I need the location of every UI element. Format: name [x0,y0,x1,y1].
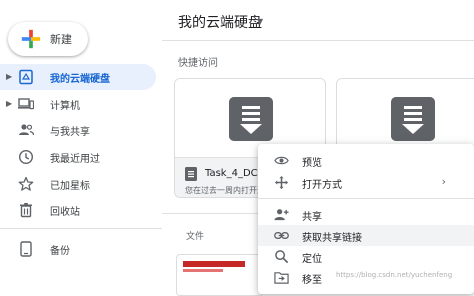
sidebar-item-label: 备份 [50,246,70,257]
files-heading: 文件 [186,232,205,242]
header-divider [162,40,474,41]
shared-icon [19,124,34,136]
sidebar-item-label: 我的云端硬盘 [50,74,110,85]
menu-item-label: 获取共享链接 [302,233,362,244]
backup-icon [20,241,32,257]
drive-icon [19,69,33,85]
menu-item-locate[interactable]: 定位 [258,246,474,267]
quick-access-heading: 快捷访问 [178,58,218,69]
thumbnail-header-band [183,261,245,267]
move-to-icon [274,272,289,284]
sidebar-item-label: 计算机 [50,101,80,112]
thumbnail-subheader-band [183,269,223,272]
menu-divider [258,198,474,199]
menu-item-preview[interactable]: 预览 [258,150,474,171]
menu-item-label: 打开方式 [302,180,342,191]
sidebar-item-shared[interactable]: 与我共享 [0,117,156,143]
plus-icon [21,29,41,49]
move-arrows-icon [274,175,289,190]
sidebar-item-backup[interactable]: 备份 [0,236,156,262]
card-subtitle: 您在过去一周内打开过 [185,186,265,195]
menu-item-open-with[interactable]: 打开方式 › [258,172,474,193]
page-title[interactable]: 我的云端硬盘 [178,12,262,32]
sidebar-item-label: 我最近用过 [50,154,100,165]
eye-icon [274,156,289,165]
chevron-right-icon: › [441,175,446,188]
menu-item-label: 定位 [302,254,322,265]
file-icon [185,167,197,181]
link-icon [274,232,289,239]
watermark: https://blog.csdn.net/yuchenfeng [336,271,453,279]
sidebar: 新建 ▶ 我的云端硬盘 ▶ 计算机 与我共享 我最近用过 已加星标 回收站 备份 [0,0,162,286]
menu-item-get-link[interactable]: 获取共享链接 [258,225,474,246]
menu-item-label: 预览 [302,158,322,169]
search-icon [275,250,289,264]
document-icon [229,97,273,141]
expand-caret-icon[interactable]: ▶ [6,99,12,108]
expand-caret-icon[interactable]: ▶ [6,72,12,81]
menu-item-label: 共享 [302,212,322,223]
computer-icon [18,98,34,110]
menu-item-share[interactable]: 共享 [258,204,474,225]
menu-item-label: 移至 [302,275,322,286]
add-person-icon [274,209,289,221]
clock-icon [18,149,34,165]
new-button-label: 新建 [50,33,72,46]
sidebar-item-computers[interactable]: ▶ 计算机 [0,91,156,117]
sidebar-item-starred[interactable]: 已加星标 [0,171,156,197]
sidebar-divider [0,228,162,229]
sidebar-item-trash[interactable]: 回收站 [0,197,156,223]
file-thumbnail[interactable] [176,254,264,296]
new-button[interactable]: 新建 [8,22,88,56]
sidebar-item-label: 回收站 [50,207,80,218]
chevron-down-icon[interactable]: ▼ [257,17,263,26]
sidebar-item-my-drive[interactable]: ▶ 我的云端硬盘 [0,64,156,90]
document-icon [391,97,435,141]
sidebar-item-label: 已加星标 [50,181,90,192]
trash-icon [20,203,32,218]
star-icon [18,176,34,191]
sidebar-item-recent[interactable]: 我最近用过 [0,144,156,170]
sidebar-item-label: 与我共享 [50,127,90,138]
